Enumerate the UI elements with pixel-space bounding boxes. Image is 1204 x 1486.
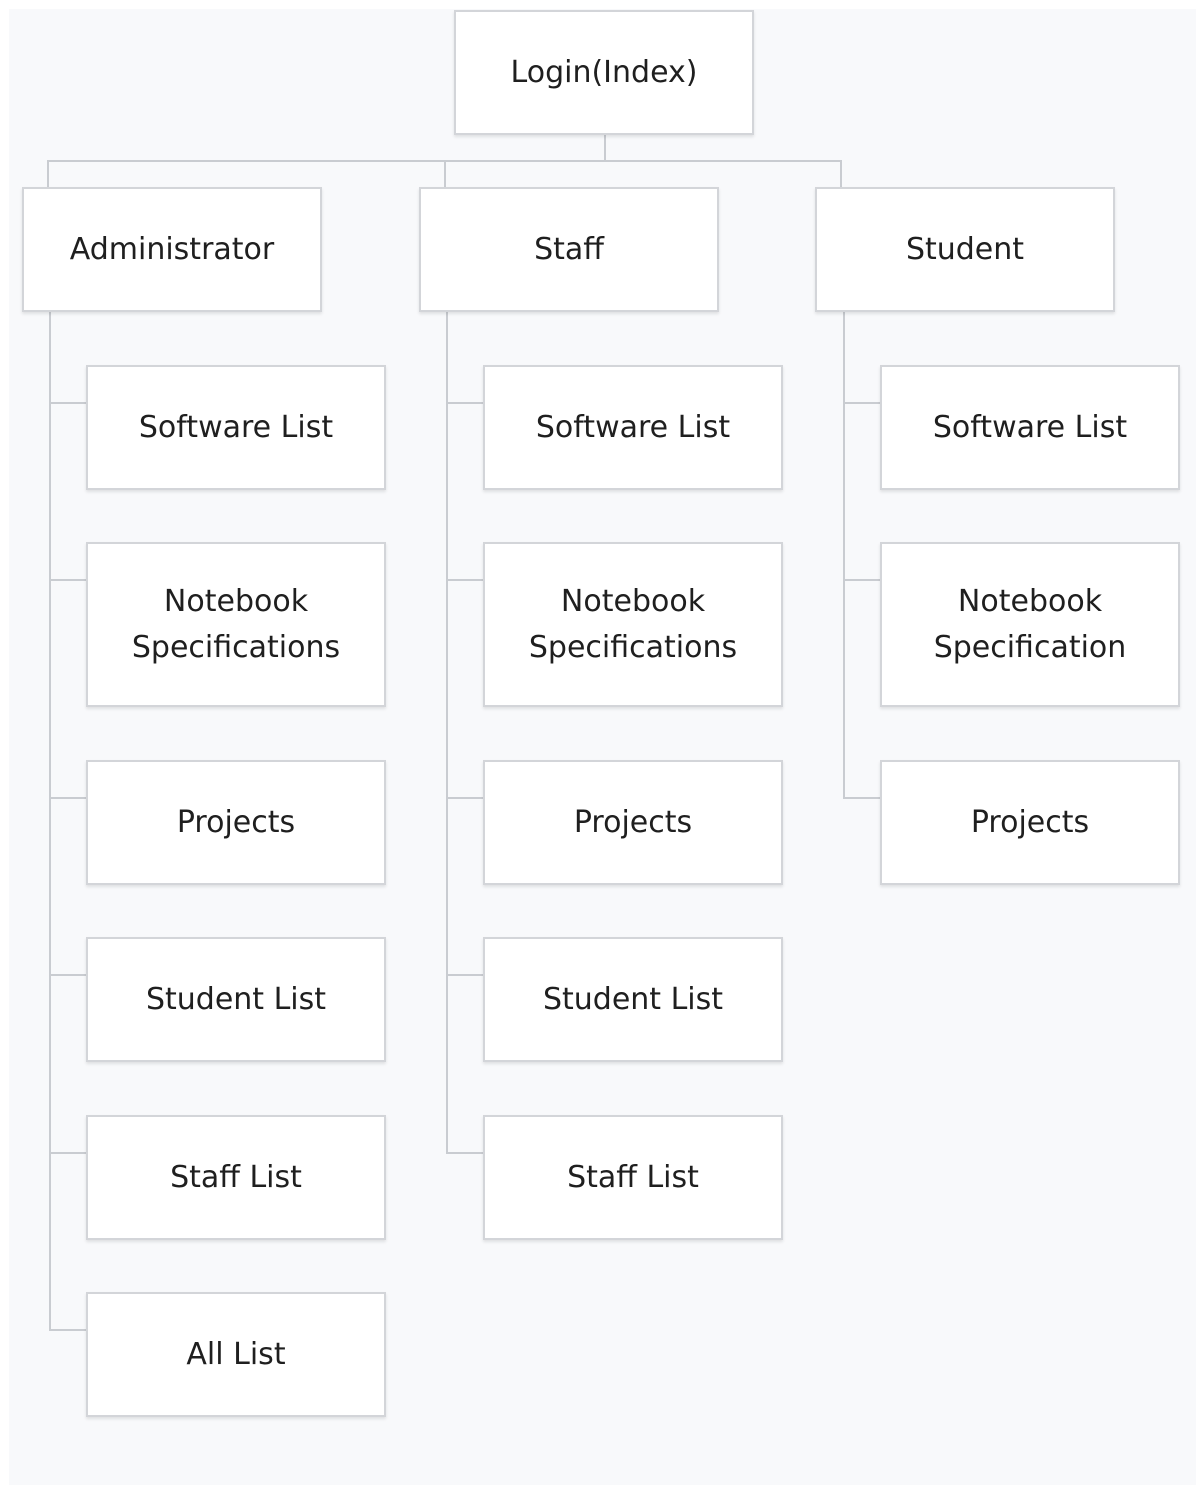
node-login-index: Login(Index): [454, 10, 754, 135]
node-admin-notebook-specifications: Notebook Specifications: [86, 542, 386, 707]
node-staff-projects: Projects: [483, 760, 783, 885]
node-staff-staff-list: Staff List: [483, 1115, 783, 1240]
node-administrator: Administrator: [22, 187, 322, 312]
node-staff-student-list: Student List: [483, 937, 783, 1062]
connector-student-spine: [843, 311, 880, 799]
node-student-projects: Projects: [880, 760, 1180, 885]
node-staff: Staff: [419, 187, 719, 312]
node-student-notebook-specification: Notebook Specification: [880, 542, 1180, 707]
node-admin-software-list: Software List: [86, 365, 386, 490]
node-student-software-list: Software List: [880, 365, 1180, 490]
connector-staff-spine: [446, 311, 483, 1154]
node-admin-projects: Projects: [86, 760, 386, 885]
node-admin-student-list: Student List: [86, 937, 386, 1062]
connector-admin-spine: [49, 311, 86, 1331]
node-student: Student: [815, 187, 1115, 312]
node-staff-software-list: Software List: [483, 365, 783, 490]
node-admin-staff-list: Staff List: [86, 1115, 386, 1240]
node-admin-all-list: All List: [86, 1292, 386, 1417]
node-staff-notebook-specifications: Notebook Specifications: [483, 542, 783, 707]
